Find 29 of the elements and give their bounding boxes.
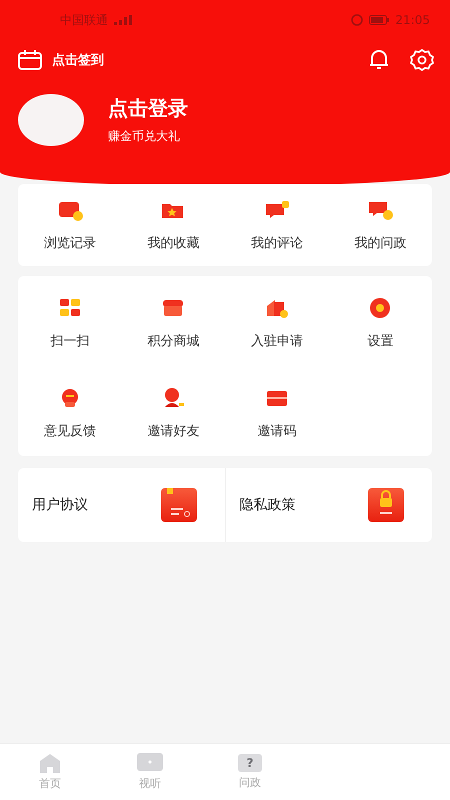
- menu-item[interactable]: 邀请好友: [122, 384, 225, 440]
- home-icon: [38, 753, 62, 773]
- menu-item[interactable]: 入驻申请: [225, 294, 328, 350]
- agreement-link[interactable]: 隐私政策: [224, 468, 432, 542]
- calendar-icon: [18, 50, 42, 70]
- menu-item[interactable]: 积分商城: [122, 294, 225, 350]
- menu-item[interactable]: 设置: [328, 294, 432, 350]
- document-icon: [160, 488, 196, 522]
- clock-time: 21:05: [395, 13, 430, 27]
- screen-icon: [137, 753, 163, 773]
- signal-icon: [114, 15, 132, 25]
- menu-item[interactable]: 我的评论: [225, 196, 328, 252]
- carrier-name: 中国联通: [60, 12, 108, 28]
- menu-item[interactable]: 扫一扫: [18, 294, 122, 350]
- lock-icon: [368, 488, 404, 522]
- question-icon: ?: [238, 754, 262, 772]
- login-link[interactable]: 点击登录: [108, 95, 188, 122]
- menu-item[interactable]: 意见反馈: [18, 384, 122, 440]
- notification-bell-icon[interactable]: [368, 48, 390, 70]
- agreement-link[interactable]: 用户协议: [18, 468, 224, 542]
- battery-icon: [369, 15, 390, 25]
- nav-tab[interactable]: ? 问政: [200, 744, 300, 800]
- login-subtitle: 赚金币兑大礼: [108, 128, 181, 145]
- alarm-icon: [351, 14, 364, 26]
- menu-item[interactable]: 我的收藏: [122, 196, 225, 252]
- menu-item[interactable]: 浏览记录: [18, 196, 122, 252]
- checkin-link[interactable]: 点击签到: [52, 51, 104, 69]
- menu-item[interactable]: 邀请码: [225, 384, 328, 440]
- menu-item[interactable]: 我的问政: [328, 196, 432, 252]
